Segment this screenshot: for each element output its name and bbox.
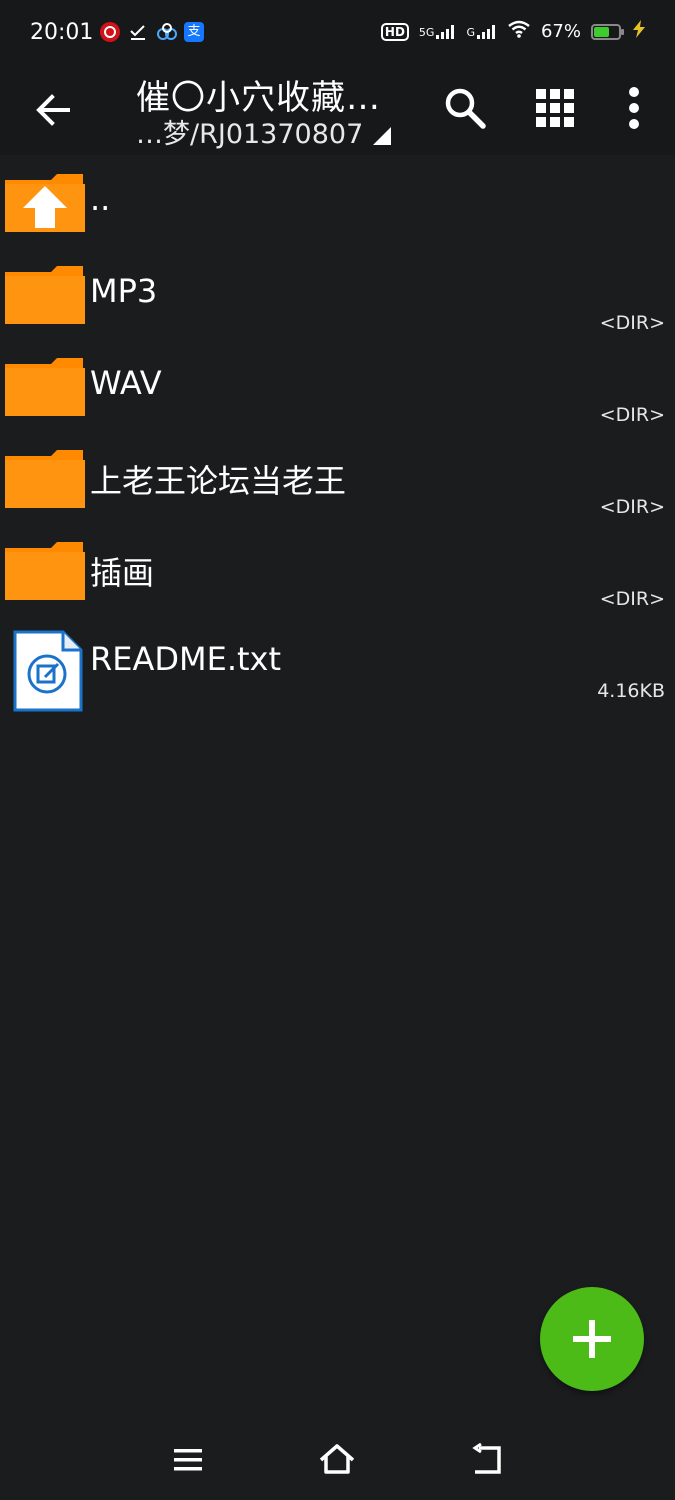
list-item-folder[interactable]: 插画 <DIR>	[0, 528, 675, 620]
add-fab-button[interactable]	[540, 1287, 644, 1391]
file-meta: <DIR>	[599, 496, 665, 518]
status-time: 20:01	[30, 20, 94, 45]
more-vert-icon[interactable]	[610, 84, 658, 132]
plus-icon	[573, 1320, 611, 1358]
system-indicators: HD 5G G 67%	[380, 20, 647, 43]
wifi-icon	[507, 20, 531, 43]
search-icon[interactable]	[441, 84, 489, 132]
file-name: 上老王论坛当老王	[90, 462, 347, 500]
file-name: WAV	[90, 364, 162, 402]
folder-icon	[5, 264, 85, 324]
file-name: README.txt	[90, 640, 282, 678]
file-meta: <DIR>	[599, 312, 665, 334]
file-meta: <DIR>	[599, 588, 665, 610]
parent-folder-icon	[5, 172, 85, 232]
file-name: ..	[90, 180, 111, 218]
tasks-icon	[128, 22, 148, 42]
menu-icon[interactable]	[168, 1442, 208, 1478]
text-file-icon	[5, 630, 85, 712]
file-size: 4.16KB	[597, 680, 665, 702]
list-item-folder[interactable]: MP3 <DIR>	[0, 252, 675, 344]
file-name: MP3	[90, 272, 158, 310]
hd-icon: HD	[380, 22, 409, 41]
path-dropdown[interactable]: …梦/RJ01370807	[136, 112, 392, 151]
alipay-icon: 支	[184, 22, 204, 42]
notification-icons: 支	[100, 22, 204, 42]
netease-music-icon	[100, 22, 120, 42]
dropdown-triangle-icon	[373, 127, 392, 145]
battery-icon	[591, 23, 624, 40]
status-bar: 20:01 支 HD 5G G 67%	[0, 0, 675, 70]
file-list: .. MP3 <DIR> WAV <DIR> 上老王论坛当老王 <DIR> 插画…	[0, 160, 675, 712]
list-item-folder[interactable]: 上老王论坛当老王 <DIR>	[0, 436, 675, 528]
system-nav-bar	[0, 1420, 675, 1500]
grid-view-icon[interactable]	[531, 84, 579, 132]
file-name: 插画	[90, 554, 155, 592]
list-item-file[interactable]: README.txt 4.16KB	[0, 620, 675, 712]
folder-icon	[5, 356, 85, 416]
back-arrow-icon[interactable]	[32, 88, 76, 132]
signal-5g-icon: 5G	[419, 24, 457, 39]
back-icon[interactable]	[467, 1442, 507, 1478]
baidu-netdisk-icon	[156, 22, 177, 42]
folder-icon	[5, 540, 85, 600]
path-label: …梦/RJ01370807	[136, 119, 364, 150]
list-item-folder[interactable]: WAV <DIR>	[0, 344, 675, 436]
charging-icon	[631, 20, 647, 43]
battery-percent: 67%	[540, 21, 581, 42]
folder-icon	[5, 448, 85, 508]
app-toolbar: 催〇小穴收藏… …梦/RJ01370807	[0, 70, 675, 155]
signal-g-icon: G	[466, 24, 497, 39]
home-icon[interactable]	[317, 1442, 357, 1478]
file-meta: <DIR>	[599, 404, 665, 426]
list-item-parent[interactable]: ..	[0, 160, 675, 252]
